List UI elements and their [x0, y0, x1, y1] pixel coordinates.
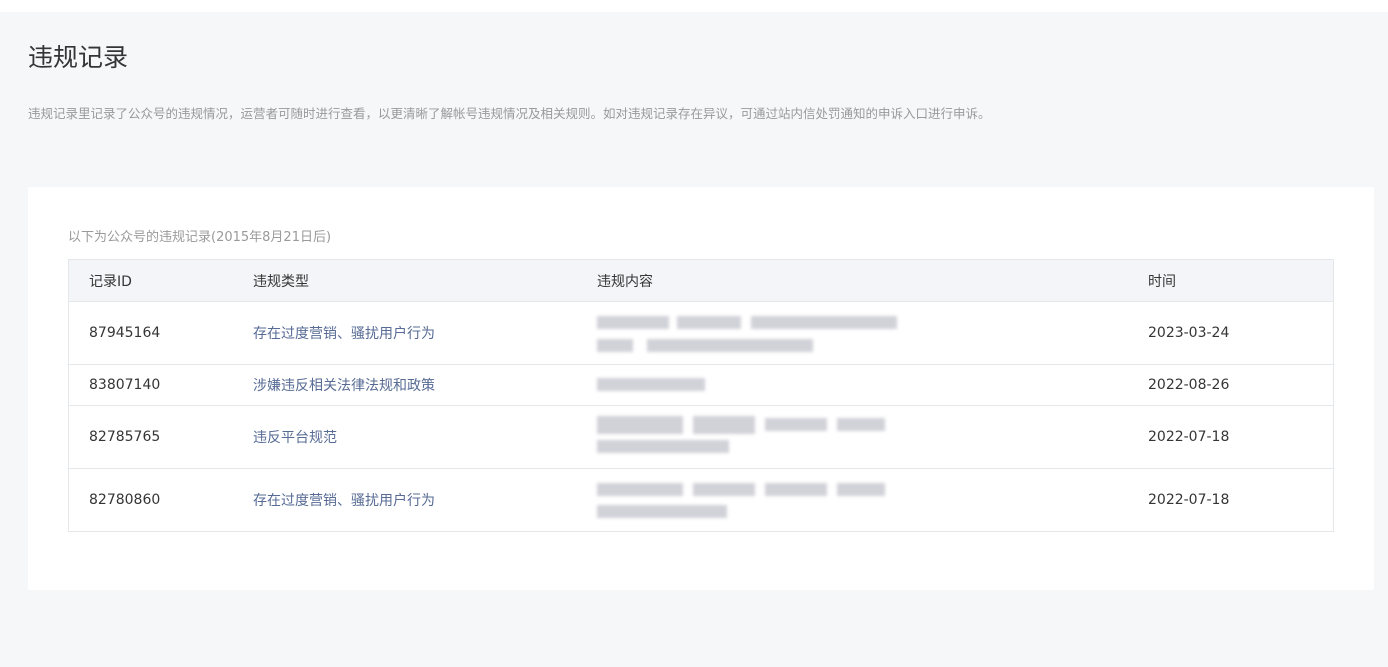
- violation-type[interactable]: 涉嫌违反相关法律法规和政策: [253, 365, 435, 405]
- table-row: 82780860 存在过度营销、骚扰用户行为 2022-07-18: [69, 468, 1333, 531]
- record-time: 2022-07-18: [1148, 429, 1230, 445]
- record-time: 2023-03-24: [1148, 325, 1230, 341]
- blurred-content: [597, 365, 897, 405]
- violation-records-table: 记录ID 违规类型 违规内容 时间 87945164 存在过度营销、骚扰用户行为: [68, 259, 1334, 532]
- violation-content-blurred: [597, 406, 917, 468]
- record-id: 82780860: [89, 492, 161, 508]
- table-caption: 以下为公众号的违规记录(2015年8月21日后): [68, 230, 332, 245]
- record-id: 87945164: [89, 325, 161, 341]
- table-row: 83807140 涉嫌违反相关法律法规和政策 2022-08-26: [69, 364, 1333, 405]
- violation-content-blurred: [597, 302, 917, 364]
- table-header-row: 记录ID 违规类型 违规内容 时间: [69, 260, 1333, 301]
- table-row: 87945164 存在过度营销、骚扰用户行为 2023-03-24: [69, 301, 1333, 364]
- table-row: 82785765 违反平台规范 2022-07-18: [69, 405, 1333, 468]
- column-header-id: 记录ID: [89, 273, 132, 290]
- violation-type[interactable]: 存在过度营销、骚扰用户行为: [253, 469, 435, 531]
- violation-content-blurred: [597, 469, 917, 531]
- record-id: 83807140: [89, 377, 161, 393]
- violation-type-link[interactable]: 违反平台规范: [253, 427, 337, 447]
- record-time: 2022-08-26: [1148, 377, 1230, 393]
- violation-type-link[interactable]: 涉嫌违反相关法律法规和政策: [253, 375, 435, 395]
- violation-type[interactable]: 违反平台规范: [253, 406, 337, 468]
- records-card: 以下为公众号的违规记录(2015年8月21日后) 记录ID 违规类型 违规内容 …: [28, 187, 1374, 590]
- record-id: 82785765: [89, 429, 161, 445]
- violation-type-link[interactable]: 存在过度营销、骚扰用户行为: [253, 323, 435, 343]
- page-background: 违规记录 违规记录里记录了公众号的违规情况，运营者可随时进行查看，以更清晰了解帐…: [0, 12, 1388, 667]
- violation-content-blurred: [597, 365, 917, 405]
- blurred-content: [597, 302, 897, 364]
- page-title: 违规记录: [28, 43, 129, 72]
- column-header-time: 时间: [1148, 273, 1176, 290]
- violation-type-link[interactable]: 存在过度营销、骚扰用户行为: [253, 490, 435, 510]
- column-header-content: 违规内容: [597, 273, 653, 290]
- blurred-content: [597, 406, 897, 468]
- blurred-content: [597, 469, 897, 531]
- record-time: 2022-07-18: [1148, 492, 1230, 508]
- page-description: 违规记录里记录了公众号的违规情况，运营者可随时进行查看，以更清晰了解帐号违规情况…: [28, 106, 991, 121]
- violation-type[interactable]: 存在过度营销、骚扰用户行为: [253, 302, 435, 364]
- column-header-type: 违规类型: [253, 273, 309, 290]
